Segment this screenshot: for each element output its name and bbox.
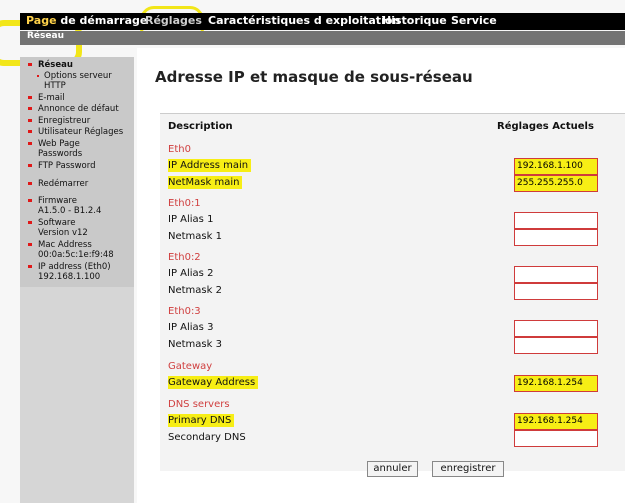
save-button[interactable]: enregistrer <box>432 461 504 477</box>
column-header-description: Description <box>168 121 233 132</box>
ip-alias-3-input[interactable] <box>514 320 598 337</box>
bullet-icon <box>28 63 32 66</box>
sidebar-item-label: Redémarrer <box>38 179 89 189</box>
nav-history[interactable]: Historique <box>382 14 447 27</box>
sidebar-item-label: Passwords <box>38 149 83 159</box>
primary-dns-input[interactable] <box>514 413 598 430</box>
info-value: 00:0a:5c:1e:f9:48 <box>38 250 114 260</box>
sidebar-item-label: Web Page <box>38 139 80 149</box>
bullet-icon <box>28 119 32 122</box>
sub-nav-bar: Réseau <box>20 31 625 45</box>
info-value: A1.5.0 - B1.2.4 <box>38 206 102 216</box>
bullet-icon <box>28 182 32 185</box>
info-label: Software <box>38 218 76 228</box>
ip-address-main-input[interactable] <box>514 158 598 175</box>
nav-service[interactable]: Service <box>451 14 497 27</box>
subnav-network[interactable]: Réseau <box>27 31 64 41</box>
netmask-2-label: Netmask 2 <box>168 285 222 296</box>
secondary-dns-input[interactable] <box>514 430 598 447</box>
bullet-icon <box>28 221 32 224</box>
gateway-address-input[interactable] <box>514 375 598 392</box>
bullet-icon <box>28 199 32 202</box>
nav-home-rest: de démarrage <box>56 14 148 27</box>
netmask-1-input[interactable] <box>514 229 598 246</box>
sidebar-item-label: Réseau <box>38 60 73 70</box>
nav-settings[interactable]: Réglages <box>145 14 202 27</box>
secondary-dns-label: Secondary DNS <box>168 432 246 443</box>
nav-operating-characteristics[interactable]: Caractéristiques d exploitation <box>208 14 400 27</box>
info-label: Firmware <box>38 196 77 206</box>
sidebar-item-label: FTP Password <box>38 161 96 171</box>
info-value: 192.168.1.100 <box>38 272 101 282</box>
section-eth0: Eth0 <box>168 144 191 155</box>
bullet-icon <box>28 164 32 167</box>
netmask-main-label: NetMask main <box>168 176 243 189</box>
nav-home-prefix: Page <box>26 14 57 27</box>
bullet-icon <box>28 243 32 246</box>
section-eth0-1: Eth0:1 <box>168 198 201 209</box>
info-label: Mac Address <box>38 240 92 250</box>
info-value: Version v12 <box>38 228 88 238</box>
cancel-button[interactable]: annuler <box>367 461 418 477</box>
netmask-2-input[interactable] <box>514 283 598 300</box>
sidebar-item-label: E-mail <box>38 93 65 103</box>
netmask-3-label: Netmask 3 <box>168 339 222 350</box>
ip-alias-1-input[interactable] <box>514 212 598 229</box>
sidebar-filler <box>20 287 134 503</box>
netmask-main-input[interactable] <box>514 175 598 192</box>
nav-home[interactable]: Page de démarrage <box>26 14 147 27</box>
netmask-1-label: Netmask 1 <box>168 231 222 242</box>
ip-alias-2-label: IP Alias 2 <box>168 268 214 279</box>
bullet-icon <box>28 96 32 99</box>
gateway-address-label: Gateway Address <box>168 376 259 389</box>
bullet-icon <box>28 265 32 268</box>
section-gateway: Gateway <box>168 361 213 372</box>
ip-alias-2-input[interactable] <box>514 266 598 283</box>
bullet-icon <box>28 107 32 110</box>
sidebar-item-label: Enregistreur <box>38 116 91 126</box>
info-label: IP address (Eth0) <box>38 262 111 272</box>
sidebar-item-label: Annonce de défaut <box>38 104 119 114</box>
top-nav-bar: Page de démarrage Réglages Caractéristiq… <box>20 13 625 30</box>
bullet-icon <box>28 130 32 133</box>
bullet-icon <box>28 142 32 145</box>
sidebar: Réseau Options serveur HTTP E-mail Annon… <box>20 57 134 287</box>
ip-alias-1-label: IP Alias 1 <box>168 214 214 225</box>
ip-address-main-label: IP Address main <box>168 159 252 172</box>
section-eth0-2: Eth0:2 <box>168 252 201 263</box>
column-header-current-settings: Réglages Actuels <box>497 121 594 132</box>
primary-dns-label: Primary DNS <box>168 414 235 427</box>
section-eth0-3: Eth0:3 <box>168 306 201 317</box>
sidebar-item-label: Utilisateur Réglages <box>38 127 124 137</box>
page-title: Adresse IP et masque de sous-réseau <box>155 68 473 86</box>
sidebar-item-label: Options serveur <box>44 71 112 81</box>
bullet-icon <box>37 75 39 77</box>
ip-alias-3-label: IP Alias 3 <box>168 322 214 333</box>
netmask-3-input[interactable] <box>514 337 598 354</box>
sidebar-item-label: HTTP <box>44 81 66 91</box>
section-dns-servers: DNS servers <box>168 399 230 410</box>
